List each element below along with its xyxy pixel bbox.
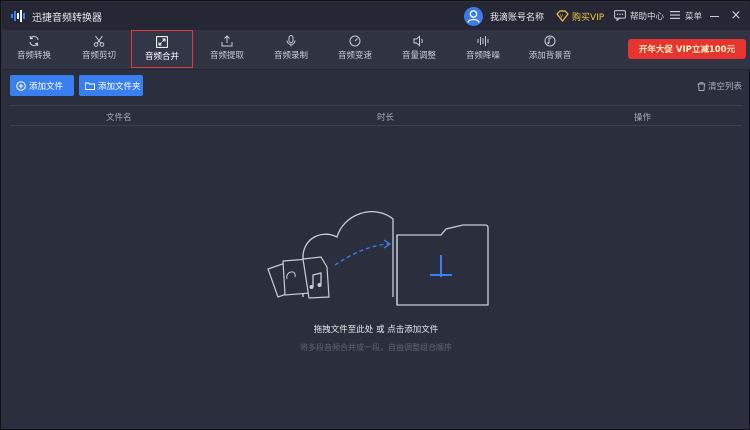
tab-audio-merge[interactable]: 音频合并: [131, 30, 193, 68]
tab-audio-denoise[interactable]: 音频降噪: [451, 32, 515, 68]
tab-audio-extract[interactable]: 音频提取: [195, 32, 259, 68]
folder-icon: [85, 82, 95, 90]
menu-icon[interactable]: [670, 10, 680, 20]
tab-label: 音频降噪: [465, 51, 500, 61]
promo-banner[interactable]: 开年大促 VIP立减100元: [628, 39, 746, 59]
drop-hint-text[interactable]: 拖拽文件至此处 或 点击添加文件: [1, 323, 750, 335]
app-title: 迅捷音频转换器: [32, 13, 102, 24]
music-note-icon: [544, 35, 556, 47]
tab-audio-convert[interactable]: 音频转换: [2, 32, 66, 68]
tab-label: 音频变速: [337, 51, 372, 61]
tab-label: 音频剪切: [81, 51, 116, 61]
extract-icon: [221, 35, 233, 47]
column-actions: 操作: [634, 113, 652, 123]
audio-files-icon: [267, 256, 330, 299]
folder-add-icon: [396, 224, 489, 306]
buy-vip-link[interactable]: 购买VIP: [572, 10, 604, 23]
add-folder-label: 添加文件夹: [98, 81, 141, 92]
app-logo-icon: [11, 10, 25, 22]
menu-link[interactable]: 菜单: [685, 10, 702, 22]
denoise-icon: [477, 36, 489, 46]
volume-icon: [413, 35, 423, 47]
function-toolbar: 音频转换 音频剪切 音频合并 音频提取 音频录制 音频变速 音量调整 音频降噪 …: [2, 30, 750, 70]
tab-volume-adjust[interactable]: 音量调整: [387, 32, 451, 68]
microphone-icon: [286, 35, 296, 47]
minimize-button[interactable]: [710, 16, 719, 17]
vip-diamond-icon[interactable]: V: [556, 10, 569, 22]
add-file-button[interactable]: 添加文件: [10, 75, 74, 96]
close-button[interactable]: ×: [729, 9, 743, 23]
title-bar: 迅捷音频转换器 我滴账号名称 V 购买VIP 帮助中心 菜单 ×: [2, 2, 750, 30]
refresh-icon: [29, 35, 39, 47]
add-folder-button[interactable]: 添加文件夹: [79, 75, 143, 96]
help-center-link[interactable]: 帮助中心: [630, 10, 664, 22]
help-chat-icon[interactable]: [614, 10, 626, 21]
tab-audio-cut[interactable]: 音频剪切: [67, 32, 131, 68]
tab-add-background-music[interactable]: 添加背景音: [515, 32, 585, 68]
username-link[interactable]: 我滴账号名称: [490, 10, 544, 23]
drop-zone-illustration[interactable]: [263, 197, 491, 313]
tab-label: 音频录制: [273, 51, 308, 61]
speed-icon: [349, 35, 361, 47]
tab-audio-speed[interactable]: 音频变速: [323, 32, 387, 68]
tab-label: 音频提取: [209, 51, 244, 61]
user-icon: [467, 10, 480, 23]
tab-audio-record[interactable]: 音频录制: [259, 32, 323, 68]
drop-sub-text: 将多段音频合并成一段，自由调整组合顺序: [300, 343, 452, 352]
merge-icon: [156, 36, 168, 48]
app-window: 迅捷音频转换器 我滴账号名称 V 购买VIP 帮助中心 菜单 × 音频转换 音频…: [0, 0, 750, 430]
user-avatar[interactable]: [464, 7, 483, 26]
tab-label: 音频转换: [16, 51, 51, 61]
clear-list-button[interactable]: 清空列表: [697, 80, 742, 92]
column-filename: 文件名: [106, 113, 132, 123]
scissors-icon: [93, 35, 105, 47]
column-duration: 时长: [377, 113, 395, 123]
svg-text:V: V: [560, 14, 564, 20]
trash-icon: [697, 81, 706, 91]
clear-list-label: 清空列表: [708, 82, 743, 92]
file-table-header: 文件名 时长 操作: [10, 105, 742, 126]
tab-label: 添加背景音: [528, 51, 572, 61]
tab-label: 音频合并: [144, 52, 179, 62]
plus-circle-icon: [16, 80, 26, 91]
add-file-label: 添加文件: [29, 81, 64, 92]
tab-label: 音量调整: [401, 51, 436, 61]
